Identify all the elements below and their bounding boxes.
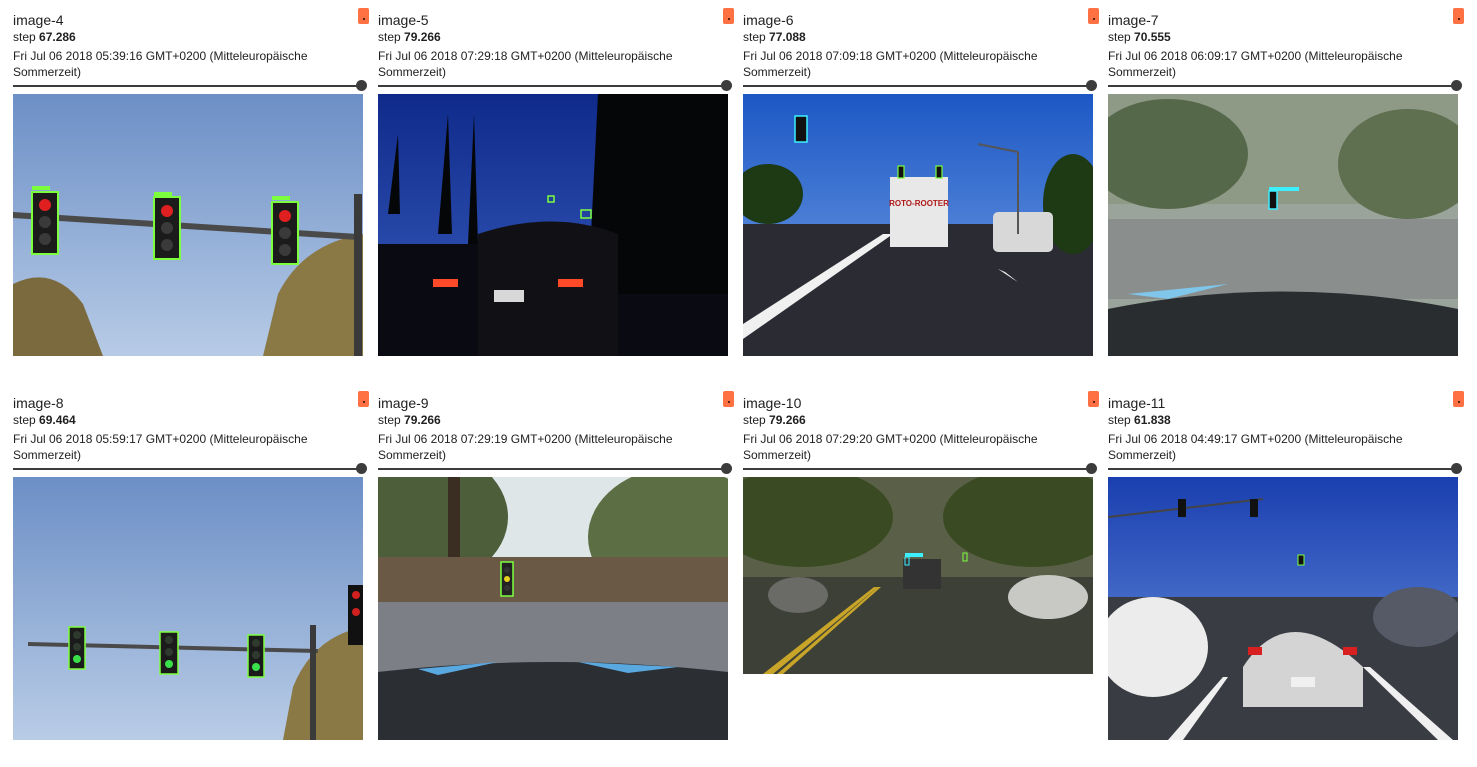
timestamp: Fri Jul 06 2018 05:39:16 GMT+0200 (Mitte… [13,49,308,79]
truck-text: ROTO-ROOTER [889,199,949,208]
step-label: step [1108,413,1131,427]
step-label: step [1108,30,1131,44]
image-display [1108,94,1458,356]
step-label: step [13,413,36,427]
step-label: step [743,30,766,44]
step-readout: step 79.266 [378,30,441,44]
step-slider-handle[interactable] [356,80,367,91]
timestamp: Fri Jul 06 2018 07:09:18 GMT+0200 (Mitte… [743,49,1038,79]
step-readout: step 79.266 [743,413,806,427]
step-slider-track[interactable] [378,85,723,87]
card-title: image-10 [743,395,802,411]
image-display: ROTO-ROOTER [743,94,1093,356]
step-slider-track[interactable] [1108,85,1453,87]
pin-icon[interactable] [723,391,734,407]
pin-icon[interactable] [1453,8,1464,24]
image-display [13,477,363,740]
step-label: step [378,30,401,44]
pin-icon[interactable] [1088,8,1099,24]
pin-icon[interactable] [358,391,369,407]
image-display [13,94,363,356]
card-title: image-11 [1108,395,1166,411]
card-title: image-7 [1108,12,1159,28]
step-slider-handle[interactable] [721,80,732,91]
step-readout: step 67.286 [13,30,76,44]
step-value: 79.266 [404,413,441,427]
timestamp: Fri Jul 06 2018 05:59:17 GMT+0200 (Mitte… [13,432,308,462]
step-value: 79.266 [769,413,806,427]
step-value: 77.088 [769,30,806,44]
image-display [378,94,728,356]
timestamp: Fri Jul 06 2018 07:29:18 GMT+0200 (Mitte… [378,49,673,79]
step-value: 61.838 [1134,413,1171,427]
pin-icon[interactable] [358,8,369,24]
step-label: step [378,413,401,427]
step-slider-handle[interactable] [1451,463,1462,474]
step-slider-handle[interactable] [356,463,367,474]
step-slider-track[interactable] [378,468,723,470]
card-title: image-8 [13,395,64,411]
card-title: image-4 [13,12,64,28]
step-readout: step 69.464 [13,413,76,427]
timestamp: Fri Jul 06 2018 07:29:20 GMT+0200 (Mitte… [743,432,1038,462]
image-display [743,477,1093,674]
step-readout: step 77.088 [743,30,806,44]
step-slider-handle[interactable] [721,463,732,474]
step-slider-track[interactable] [743,85,1088,87]
step-label: step [13,30,36,44]
step-value: 79.266 [404,30,441,44]
step-readout: step 61.838 [1108,413,1171,427]
step-value: 69.464 [39,413,76,427]
step-slider-track[interactable] [1108,468,1453,470]
step-readout: step 70.555 [1108,30,1171,44]
step-slider-handle[interactable] [1086,463,1097,474]
pin-icon[interactable] [723,8,734,24]
card-title: image-5 [378,12,429,28]
card-title: image-6 [743,12,794,28]
step-slider-handle[interactable] [1451,80,1462,91]
step-value: 67.286 [39,30,76,44]
timestamp: Fri Jul 06 2018 07:29:19 GMT+0200 (Mitte… [378,432,673,462]
pin-icon[interactable] [1453,391,1464,407]
card-title: image-9 [378,395,429,411]
pin-icon[interactable] [1088,391,1099,407]
step-readout: step 79.266 [378,413,441,427]
timestamp: Fri Jul 06 2018 04:49:17 GMT+0200 (Mitte… [1108,432,1403,462]
step-slider-track[interactable] [13,468,358,470]
step-value: 70.555 [1134,30,1171,44]
image-display [378,477,728,740]
step-slider-track[interactable] [743,468,1088,470]
step-slider-track[interactable] [13,85,358,87]
step-slider-handle[interactable] [1086,80,1097,91]
image-display [1108,477,1458,740]
timestamp: Fri Jul 06 2018 06:09:17 GMT+0200 (Mitte… [1108,49,1403,79]
step-label: step [743,413,766,427]
